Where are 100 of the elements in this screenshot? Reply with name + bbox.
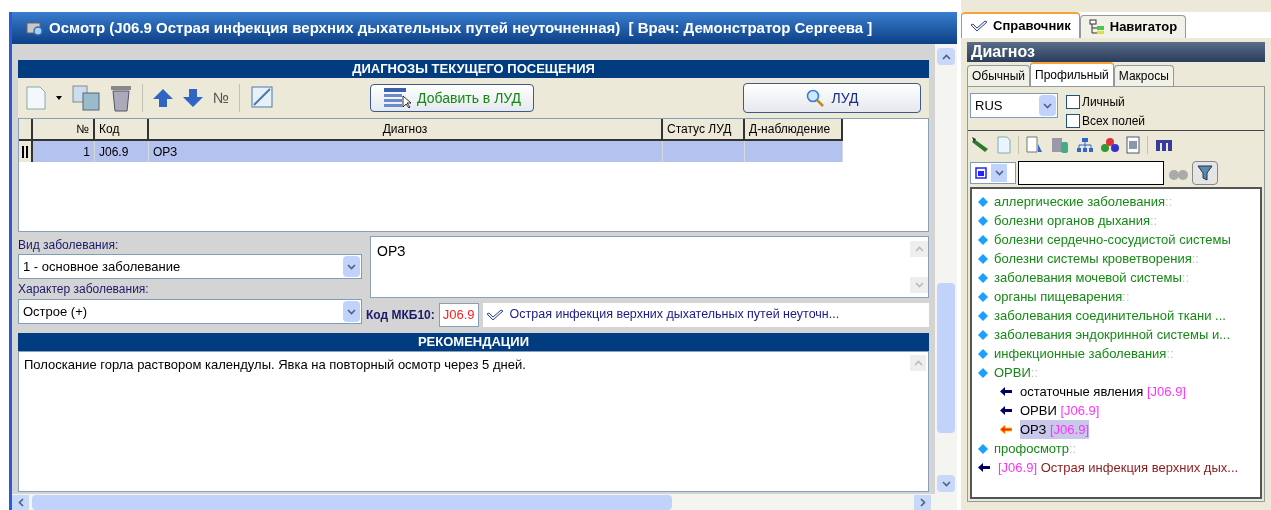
add-to-lud-button[interactable]: Добавить в ЛУД <box>370 84 535 112</box>
dropdown-button[interactable] <box>991 164 1007 182</box>
chevron-up-icon <box>913 360 923 366</box>
disease-type-select[interactable]: 1 - основное заболевание <box>18 254 362 279</box>
hierarchy-icon <box>1088 19 1105 35</box>
arrow-down-icon[interactable] <box>183 89 203 107</box>
numbering-button[interactable]: № <box>213 86 230 110</box>
chevron-down-icon <box>347 308 356 315</box>
search-mode-select[interactable] <box>970 162 1016 184</box>
dropdown-button[interactable] <box>343 301 360 322</box>
mkb-diagnosis-name: Острая инфекция верхних дыхательных путей неуточн... <box>509 306 840 324</box>
scroll-right-button[interactable] <box>914 494 931 510</box>
search-icon <box>805 89 824 107</box>
molecule-icon[interactable] <box>1101 137 1119 153</box>
chevron-up-icon <box>914 246 924 252</box>
arrow-left-icon <box>1000 406 1012 415</box>
dropdown-button[interactable] <box>343 256 360 277</box>
checkbox[interactable] <box>1066 95 1080 109</box>
chevron-down-icon <box>914 282 924 288</box>
arrow-left-icon <box>978 463 990 472</box>
tab[interactable]: Справочник <box>961 12 1080 38</box>
table-cell: J06.9 <box>95 141 149 162</box>
panel-title: Диагноз <box>967 42 1265 62</box>
diamond-icon <box>978 348 988 359</box>
database-icon[interactable] <box>1051 136 1069 154</box>
document-edit-icon[interactable] <box>1026 136 1044 154</box>
tree-item[interactable]: ОРЗ [J06.9] <box>1020 419 1089 440</box>
tab[interactable]: Навигатор <box>1079 15 1187 38</box>
scroll-down-button[interactable] <box>937 475 955 492</box>
diamond-icon <box>978 234 988 245</box>
list-icon <box>383 87 414 109</box>
section-header: ДИАГНОЗЫ ТЕКУЩЕГО ПОСЕЩЕНИЯ <box>18 60 929 78</box>
mkb-code-field[interactable]: J06.9 <box>438 302 479 327</box>
examination-icon <box>26 20 44 36</box>
tree-item[interactable]: органы пищеварения:: <box>994 286 1130 307</box>
column-header[interactable]: Код <box>95 119 149 141</box>
filter-button[interactable] <box>1192 161 1218 185</box>
tree-item[interactable]: ОРВИ [J06.9] <box>1020 400 1100 421</box>
column-header[interactable]: Д-наблюдение <box>745 119 843 141</box>
column-header[interactable]: № <box>33 119 95 141</box>
tree-item[interactable]: болезни сердечно-сосудистой системы <box>994 229 1231 250</box>
dropdown-button[interactable] <box>1039 95 1056 116</box>
arrow-left-icon <box>1000 425 1012 434</box>
scroll-left-button[interactable] <box>12 494 29 510</box>
scroll-up-button[interactable] <box>937 48 955 65</box>
arrow-up-icon[interactable] <box>153 89 173 107</box>
caret-icon[interactable] <box>56 96 62 100</box>
row-indicator <box>19 141 33 162</box>
chevron-down-icon <box>1043 102 1052 109</box>
disease-character-select[interactable]: Острое (+) <box>18 299 362 324</box>
search-field[interactable] <box>1018 161 1164 185</box>
chevron-up-icon <box>941 53 951 60</box>
scroll-thumb[interactable] <box>937 283 955 433</box>
tree-item[interactable]: инфекционные заболевания:: <box>994 343 1174 364</box>
field-label: Код МКБ10: <box>366 306 435 324</box>
tree-item[interactable]: остаточные явления [J06.9] <box>1020 381 1186 402</box>
field-label: Характер заболевания: <box>18 281 150 298</box>
tree-item[interactable]: ОРВИ:: <box>994 362 1039 383</box>
chevron-left-icon <box>17 497 24 507</box>
calendar-icon[interactable] <box>1126 136 1140 154</box>
diamond-icon <box>978 443 988 454</box>
lud-search-button[interactable]: ЛУД <box>743 83 921 113</box>
hierarchy-icon[interactable] <box>1076 137 1094 153</box>
language-select[interactable]: RUS <box>970 93 1058 118</box>
field-label: Вид заболевания: <box>18 237 120 254</box>
tree-item[interactable]: болезни органов дыхания:: <box>994 210 1158 231</box>
chevron-down-icon <box>994 170 1004 176</box>
replace-text-icon[interactable] <box>72 85 100 111</box>
macro-icon[interactable] <box>1155 138 1175 152</box>
chevron-right-icon <box>919 497 926 507</box>
tree-item[interactable]: болезни системы кроветворения:: <box>994 248 1199 269</box>
chevron-down-icon <box>941 480 951 487</box>
checkbox-label: Личный <box>1082 94 1125 111</box>
tab[interactable]: Профильный <box>1030 62 1114 86</box>
tab[interactable]: Обычный <box>967 65 1031 86</box>
recommendations-field[interactable]: Полоскание горла раствором календулы. Явка на повторный осмотр через 5 дней. <box>18 351 929 492</box>
arrow-left-icon <box>1000 387 1012 396</box>
tab[interactable]: Макросы <box>1113 65 1174 86</box>
tree-item[interactable]: заболевания мочевой системы:: <box>994 267 1190 288</box>
tree-item[interactable]: заболевания соединительной ткани ... <box>994 305 1226 326</box>
column-header[interactable]: Диагноз <box>149 119 663 141</box>
trash-icon[interactable] <box>110 84 132 112</box>
tree-item[interactable]: [J06.9] Острая инфекция верхних дых... <box>998 457 1239 478</box>
scroll-thumb[interactable] <box>32 494 672 510</box>
chevron-down-icon <box>347 263 356 270</box>
tree-item[interactable]: заболевания эндокринной системы и... <box>994 324 1231 345</box>
diamond-icon <box>978 215 988 226</box>
filter-icon <box>1197 165 1213 181</box>
checkmark-icon <box>485 308 504 321</box>
diamond-icon <box>978 196 988 207</box>
pencil-icon[interactable] <box>972 137 990 153</box>
diamond-icon <box>978 329 988 340</box>
diamond-icon <box>978 310 988 321</box>
column-header[interactable]: Статус ЛУД <box>663 119 745 141</box>
table-cell: 1 <box>33 141 95 162</box>
table-cell: ОРЗ <box>149 141 663 162</box>
tree-item[interactable]: профосмотр:: <box>994 438 1077 459</box>
tree-item[interactable]: аллергические заболевания:: <box>994 191 1173 212</box>
checkbox[interactable] <box>1066 114 1080 128</box>
table-row[interactable]: 1 J06.9 ОРЗ <box>19 141 843 162</box>
